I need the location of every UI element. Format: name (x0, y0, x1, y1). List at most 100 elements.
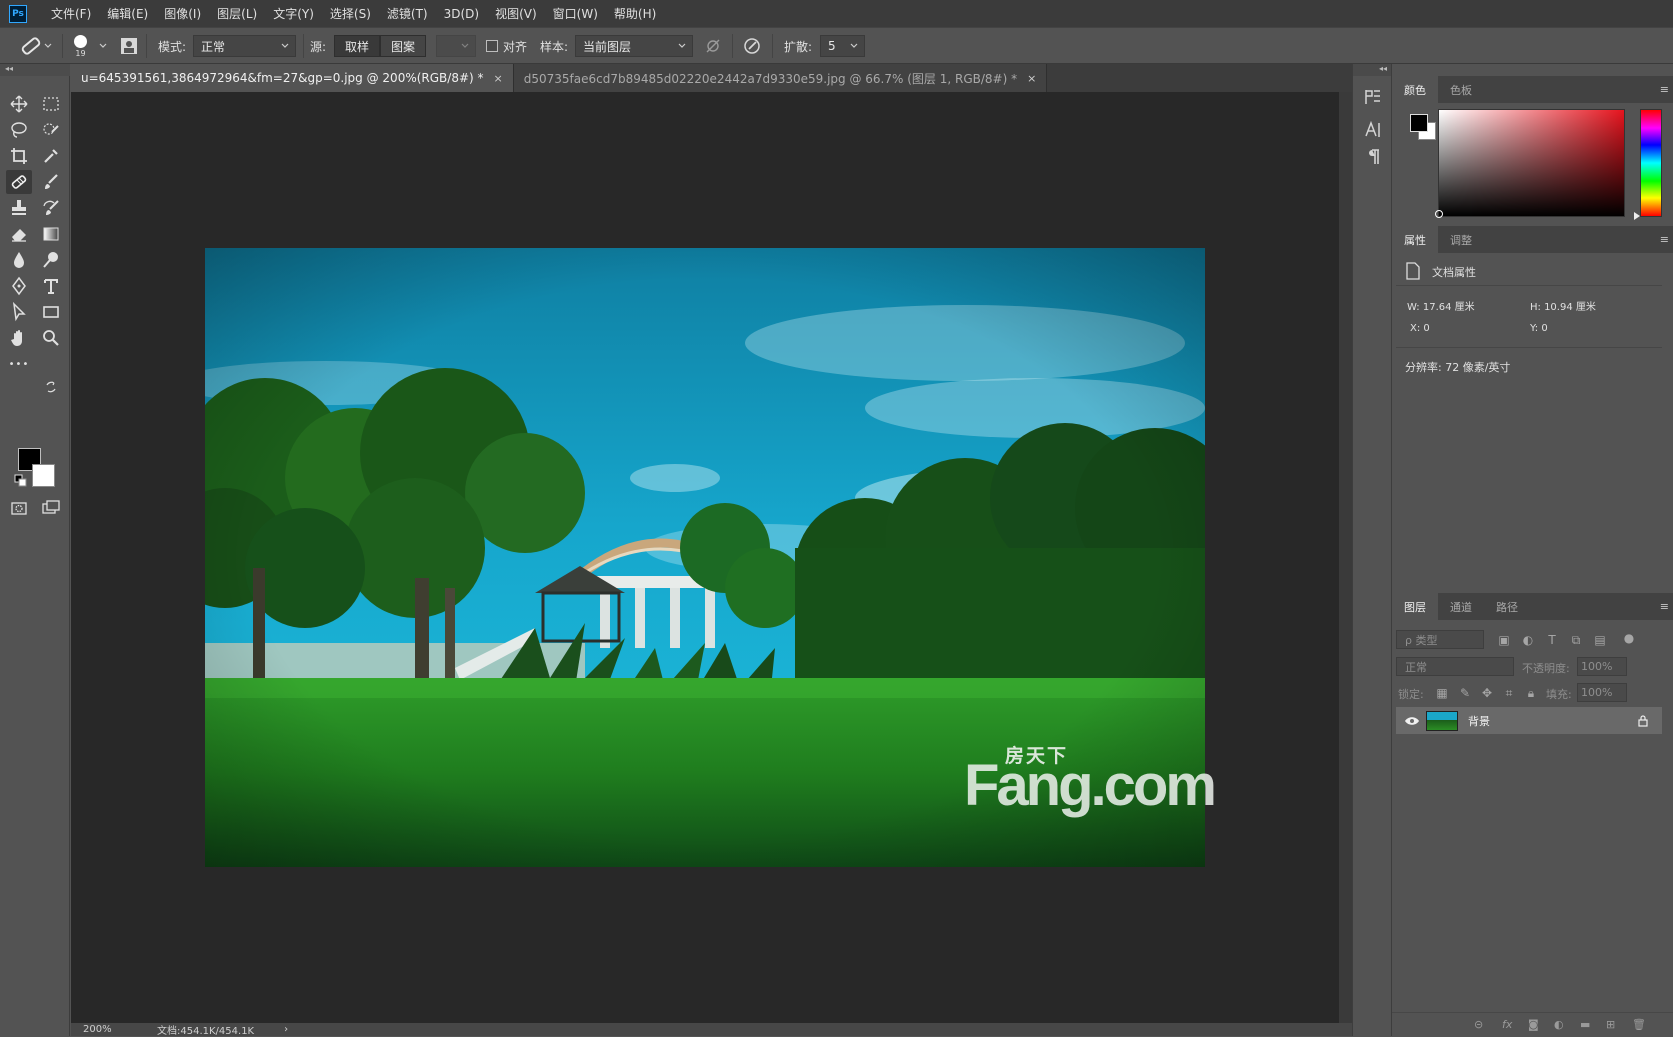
menu-view[interactable]: 视图(V) (487, 5, 545, 22)
eraser-tool-icon[interactable] (6, 222, 32, 246)
tab-paths[interactable]: 路径 (1484, 593, 1530, 620)
status-menu-arrow-icon[interactable]: › (284, 1024, 288, 1035)
move-tool-icon[interactable] (6, 92, 32, 116)
tab-swatches[interactable]: 色板 (1438, 76, 1484, 103)
filter-smart-object-icon[interactable]: ▤ (1591, 631, 1609, 649)
filter-toggle-icon[interactable]: ● (1620, 629, 1638, 647)
character-panel-icon[interactable] (1360, 119, 1386, 141)
panel-menu-icon[interactable]: ≡ (1660, 233, 1669, 246)
blur-tool-icon[interactable] (6, 248, 32, 272)
pressure-size-icon[interactable] (742, 28, 762, 64)
menu-edit[interactable]: 编辑(E) (99, 5, 156, 22)
tab-adjustments[interactable]: 调整 (1438, 226, 1484, 253)
tab-properties[interactable]: 属性 (1392, 226, 1438, 253)
panel-collapse-icon[interactable]: ◂◂ (0, 64, 70, 76)
tab-document-2[interactable]: d50735fae6cd7b89485d02220e2442a7d9330e59… (513, 64, 1048, 92)
swap-colors-icon[interactable] (44, 380, 58, 394)
tab-channels[interactable]: 通道 (1438, 593, 1484, 620)
layer-row[interactable]: 背景 (1396, 707, 1662, 734)
tab-document-1[interactable]: u=645391561,3864972964&fm=27&gp=0.jpg @ … (71, 64, 514, 92)
close-icon[interactable]: × (1027, 72, 1036, 85)
layer-filter-select[interactable]: ρ 类型 (1396, 630, 1484, 649)
panel-foreground-swatch[interactable] (1410, 114, 1428, 132)
vertical-scrollbar[interactable] (1339, 92, 1352, 1023)
quick-selection-tool-icon[interactable] (38, 118, 64, 142)
color-picker-field[interactable] (1438, 109, 1625, 217)
type-tool-icon[interactable] (38, 274, 64, 298)
adjustment-layer-icon[interactable]: ◐ (1554, 1018, 1564, 1031)
menu-type[interactable]: 文字(Y) (265, 5, 322, 22)
menu-help[interactable]: 帮助(H) (606, 5, 664, 22)
menu-3d[interactable]: 3D(D) (436, 7, 487, 21)
quick-mask-icon[interactable] (6, 496, 32, 520)
clone-source-panel-icon[interactable] (120, 28, 138, 64)
path-selection-tool-icon[interactable] (6, 300, 32, 324)
fx-icon[interactable]: fx (1502, 1018, 1512, 1031)
zoom-tool-icon[interactable] (38, 326, 64, 350)
panel-menu-icon[interactable]: ≡ (1660, 600, 1669, 613)
brush-tool-icon[interactable] (38, 170, 64, 194)
link-layers-icon[interactable]: ⊝ (1474, 1018, 1483, 1031)
diffusion-field[interactable]: 5 (820, 35, 865, 57)
tool-preset-picker[interactable] (18, 28, 52, 64)
hue-marker-icon[interactable] (1634, 212, 1640, 220)
gradient-tool-icon[interactable] (38, 222, 64, 246)
menu-image[interactable]: 图像(I) (156, 5, 209, 22)
hue-slider[interactable] (1640, 109, 1662, 217)
panel-menu-icon[interactable]: ≡ (1660, 83, 1669, 96)
brush-chevron-down-icon[interactable] (98, 28, 108, 64)
healing-brush-tool-icon[interactable] (6, 170, 32, 194)
filter-shape-icon[interactable]: ⧉ (1567, 631, 1585, 649)
layer-lock-icon[interactable] (1638, 714, 1648, 727)
lock-artboard-icon[interactable]: ⌗ (1500, 684, 1518, 702)
close-icon[interactable]: × (494, 72, 503, 85)
menu-layer[interactable]: 图层(L) (209, 5, 265, 22)
lock-transparent-icon[interactable]: ▦ (1433, 684, 1451, 702)
pen-tool-icon[interactable] (6, 274, 32, 298)
pattern-picker[interactable] (436, 35, 476, 57)
new-layer-icon[interactable]: ⊞ (1606, 1018, 1615, 1031)
clone-stamp-tool-icon[interactable] (6, 196, 32, 220)
default-colors-icon[interactable] (14, 474, 28, 488)
tab-layers[interactable]: 图层 (1392, 593, 1438, 620)
eyedropper-tool-icon[interactable] (38, 144, 64, 168)
sample-select[interactable]: 当前图层 (575, 35, 693, 57)
layer-name[interactable]: 背景 (1468, 713, 1490, 729)
source-pattern-button[interactable]: 图案 (380, 35, 426, 57)
mode-select[interactable]: 正常 (193, 35, 296, 57)
brush-size-picker[interactable]: 19 (74, 28, 87, 64)
background-color-swatch[interactable] (32, 464, 55, 487)
aligned-checkbox[interactable]: 对齐 (486, 28, 527, 64)
hand-tool-icon[interactable] (6, 326, 32, 350)
expand-panels-icon[interactable]: ◂◂ (1353, 64, 1391, 76)
edit-toolbar-icon[interactable]: ••• (6, 352, 32, 376)
lock-all-icon[interactable]: 🔒︎ (1522, 684, 1540, 702)
menu-filter[interactable]: 滤镜(T) (379, 5, 436, 22)
menu-select[interactable]: 选择(S) (322, 5, 379, 22)
paragraph-panel-icon[interactable] (1360, 146, 1386, 168)
add-mask-icon[interactable]: ◙ (1528, 1018, 1539, 1031)
ignore-adjustment-layers-icon[interactable] (704, 28, 722, 64)
marquee-tool-icon[interactable] (38, 92, 64, 116)
fill-field[interactable]: 100% (1577, 683, 1627, 702)
screen-mode-icon[interactable] (38, 496, 64, 520)
filter-pixel-icon[interactable]: ▣ (1495, 631, 1513, 649)
lock-pixels-icon[interactable]: ✎ (1456, 684, 1474, 702)
new-group-icon[interactable]: ▬ (1580, 1018, 1590, 1031)
lasso-tool-icon[interactable] (6, 118, 32, 142)
blend-mode-select[interactable]: 正常 (1396, 657, 1514, 676)
menu-file[interactable]: 文件(F) (43, 5, 99, 22)
visibility-eye-icon[interactable] (1404, 716, 1420, 726)
crop-tool-icon[interactable] (6, 144, 32, 168)
source-sampled-button[interactable]: 取样 (334, 35, 380, 57)
opacity-field[interactable]: 100% (1577, 657, 1627, 676)
rectangle-tool-icon[interactable] (38, 300, 64, 324)
delete-layer-icon[interactable]: 🗑︎ (1632, 1018, 1646, 1031)
lock-position-icon[interactable]: ✥ (1478, 684, 1496, 702)
menu-window[interactable]: 窗口(W) (545, 5, 606, 22)
filter-type-icon[interactable]: T (1543, 631, 1561, 649)
filter-adjustment-icon[interactable]: ◐ (1519, 631, 1537, 649)
tab-color[interactable]: 颜色 (1392, 76, 1438, 103)
dodge-tool-icon[interactable] (38, 248, 64, 272)
history-panel-icon[interactable] (1360, 86, 1386, 108)
